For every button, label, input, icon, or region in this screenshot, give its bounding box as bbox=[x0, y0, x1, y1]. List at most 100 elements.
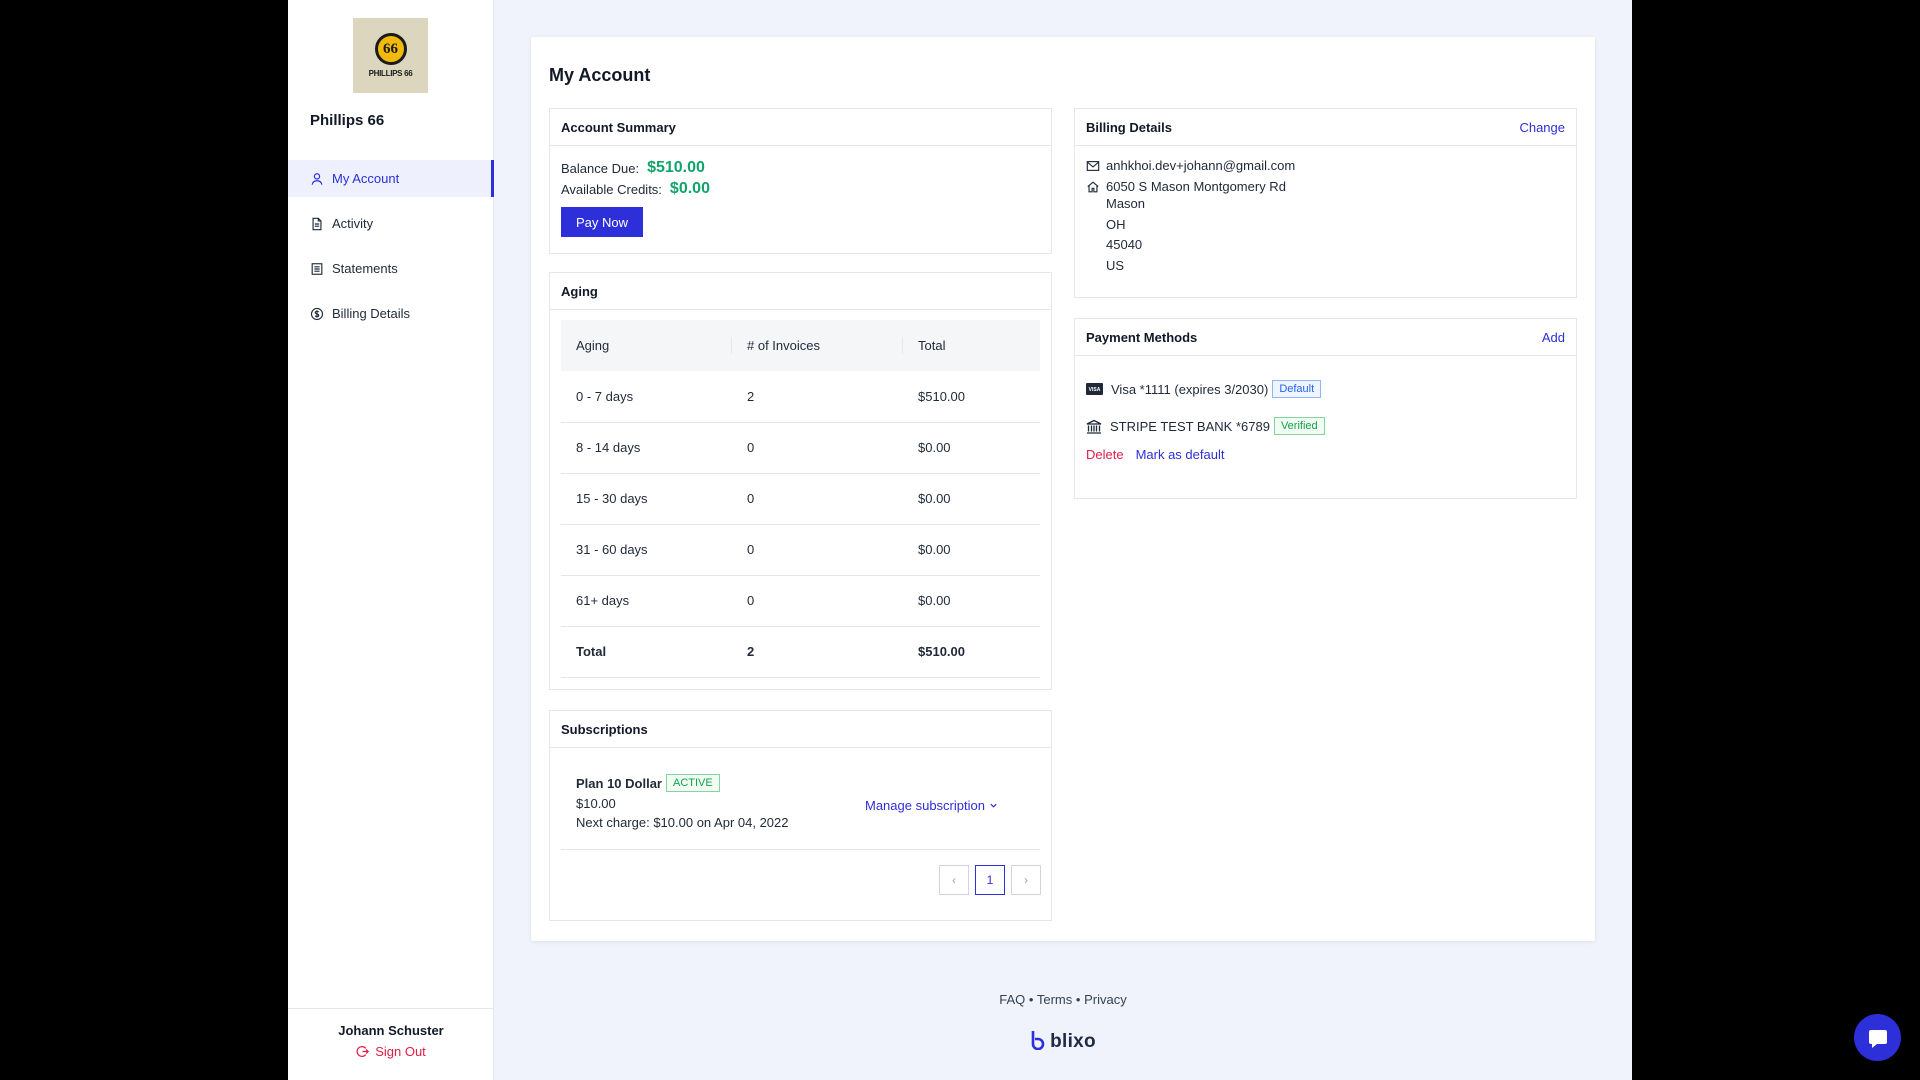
previous-page-button[interactable]: ‹ bbox=[939, 865, 969, 895]
status-badge: ACTIVE bbox=[665, 774, 720, 792]
table-row: 15 - 30 days 0 $0.00 bbox=[561, 473, 1040, 525]
column-header-total: Total bbox=[903, 320, 1040, 371]
privacy-link[interactable]: Privacy bbox=[1084, 992, 1127, 1007]
card-header: Subscriptions bbox=[550, 711, 1051, 748]
subscriptions-title: Subscriptions bbox=[561, 721, 648, 737]
table-row: 0 - 7 days 2 $510.00 bbox=[561, 371, 1040, 423]
sidebar-item-billing-details[interactable]: Billing Details bbox=[288, 295, 494, 332]
table-cell: 0 bbox=[732, 422, 903, 474]
address-city: Mason bbox=[1106, 196, 1146, 211]
user-icon bbox=[311, 172, 323, 185]
sidebar-item-my-account[interactable]: My Account bbox=[288, 160, 494, 197]
balance-due-row: Balance Due: $510.00 bbox=[550, 159, 1051, 177]
svg-text:VISA: VISA bbox=[1089, 387, 1101, 393]
card-header: Aging bbox=[550, 273, 1051, 310]
separator: • bbox=[1075, 992, 1081, 1007]
bank-label: STRIPE TEST BANK *6789 bbox=[1110, 418, 1270, 434]
payment-method-bank[interactable]: STRIPE TEST BANK *6789 Verified bbox=[1075, 417, 1576, 435]
sidebar-item-statements[interactable]: Statements bbox=[288, 250, 494, 287]
subscriptions-card: Subscriptions Plan 10 Dollar ACTIVE $10.… bbox=[549, 710, 1052, 921]
table-cell: 0 bbox=[732, 473, 903, 525]
sidebar-item-label: My Account bbox=[332, 171, 400, 186]
blixo-logo-icon bbox=[1031, 1031, 1045, 1051]
default-badge: Default bbox=[1272, 380, 1322, 398]
account-summary-card: Account Summary Balance Due: $510.00 Ava… bbox=[549, 108, 1052, 254]
account-summary-title: Account Summary bbox=[561, 119, 676, 135]
mail-icon bbox=[1086, 161, 1100, 171]
available-credits-label: Available Credits: bbox=[561, 181, 662, 197]
address-state: OH bbox=[1106, 216, 1126, 232]
logo-text: PHILLIPS 66 bbox=[368, 69, 413, 78]
table-cell: $0.00 bbox=[903, 422, 1040, 474]
logo-mark: 66 bbox=[374, 33, 407, 65]
document-icon bbox=[312, 217, 322, 230]
table-cell: 0 bbox=[732, 524, 903, 576]
next-charge: Next charge: $10.00 on Apr 04, 2022 bbox=[576, 815, 789, 830]
next-page-button[interactable]: › bbox=[1011, 865, 1041, 895]
company-logo: 66 PHILLIPS 66 bbox=[353, 18, 428, 93]
table-cell: $0.00 bbox=[903, 524, 1040, 576]
blixo-wordmark: blixo bbox=[1050, 1031, 1096, 1052]
terms-link[interactable]: Terms bbox=[1037, 992, 1072, 1007]
billing-email-row: anhkhoi.dev+johann@gmail.com bbox=[1075, 158, 1576, 173]
page-1-button[interactable]: 1 bbox=[975, 865, 1005, 895]
add-payment-method-link[interactable]: Add bbox=[1542, 330, 1565, 345]
company-name: Phillips 66 bbox=[310, 112, 385, 129]
sidebar-item-label: Activity bbox=[332, 216, 374, 231]
aging-card: Aging Aging # of Invoices Total 0 - 7 da… bbox=[549, 272, 1052, 690]
table-cell: 0 - 7 days bbox=[561, 371, 732, 423]
address-line-1: 6050 S Mason Montgomery Rd bbox=[1106, 179, 1286, 194]
aging-title: Aging bbox=[561, 283, 598, 299]
billing-address-row: 6050 S Mason Montgomery Rd bbox=[1075, 179, 1576, 194]
table-cell: $0.00 bbox=[903, 473, 1040, 525]
change-billing-link[interactable]: Change bbox=[1519, 120, 1565, 135]
chat-launcher-button[interactable] bbox=[1854, 1014, 1901, 1061]
table-cell: 8 - 14 days bbox=[561, 422, 732, 474]
dollar-circle-icon bbox=[310, 307, 324, 320]
list-icon bbox=[311, 262, 323, 275]
table-cell: 2 bbox=[732, 371, 903, 423]
card-header: Account Summary bbox=[550, 109, 1051, 146]
card-header: Payment Methods Add bbox=[1075, 319, 1576, 356]
bank-icon bbox=[1086, 419, 1102, 434]
page-title: My Account bbox=[549, 65, 651, 85]
mark-as-default-link[interactable]: Mark as default bbox=[1136, 447, 1225, 462]
table-cell: 61+ days bbox=[561, 575, 732, 627]
visa-card-icon: VISA bbox=[1086, 383, 1103, 395]
available-credits-value: $0.00 bbox=[669, 180, 710, 197]
table-cell: 15 - 30 days bbox=[561, 473, 732, 525]
payment-method-card[interactable]: VISA Visa *1111 (expires 3/2030) Default bbox=[1075, 380, 1576, 398]
sidebar: 66 PHILLIPS 66 Phillips 66 My Account Ac… bbox=[288, 0, 494, 1080]
aging-table: Aging # of Invoices Total 0 - 7 days 2 $51… bbox=[561, 320, 1040, 678]
payment-methods-title: Payment Methods bbox=[1086, 329, 1198, 345]
balance-due-value: $510.00 bbox=[647, 159, 705, 176]
subscription-item: Plan 10 Dollar ACTIVE $10.00 Next charge… bbox=[561, 748, 1040, 850]
app-frame: 66 PHILLIPS 66 Phillips 66 My Account Ac… bbox=[288, 0, 1901, 1080]
table-cell: $0.00 bbox=[903, 575, 1040, 627]
available-credits-row: Available Credits: $0.00 bbox=[550, 180, 1051, 198]
sidebar-item-label: Billing Details bbox=[332, 306, 411, 321]
delete-payment-method-link[interactable]: Delete bbox=[1086, 447, 1124, 462]
sidebar-item-activity[interactable]: Activity bbox=[288, 205, 494, 242]
billing-email: anhkhoi.dev+johann@gmail.com bbox=[1106, 158, 1296, 173]
table-row: 61+ days 0 $0.00 bbox=[561, 575, 1040, 627]
table-header-row: Aging # of Invoices Total bbox=[561, 320, 1040, 371]
table-cell: 0 bbox=[732, 575, 903, 627]
chat-bubble-icon bbox=[1868, 1029, 1887, 1048]
sidebar-nav: My Account Activity Statements Billing D… bbox=[288, 160, 494, 340]
pay-now-button[interactable]: Pay Now bbox=[561, 207, 644, 237]
balance-due-label: Balance Due: bbox=[561, 160, 640, 176]
payment-method-actions: Delete Mark as default bbox=[1075, 447, 1576, 462]
faq-link[interactable]: FAQ bbox=[999, 992, 1025, 1007]
table-row: 8 - 14 days 0 $0.00 bbox=[561, 422, 1040, 474]
plan-name: Plan 10 Dollar bbox=[576, 775, 662, 791]
address-zip: 45040 bbox=[1106, 237, 1143, 252]
table-cell: $510.00 bbox=[903, 371, 1040, 423]
column-header-invoices: # of Invoices bbox=[732, 320, 903, 371]
manage-subscription-button[interactable]: Manage subscription bbox=[865, 798, 998, 813]
table-row: 31 - 60 days 0 $0.00 bbox=[561, 524, 1040, 576]
billing-details-title: Billing Details bbox=[1086, 119, 1172, 135]
table-total-row: Total 2 $510.00 bbox=[561, 626, 1040, 678]
column-header-aging: Aging bbox=[561, 320, 732, 371]
payment-methods-card: Payment Methods Add VISA Visa *1111 (exp… bbox=[1074, 318, 1577, 499]
